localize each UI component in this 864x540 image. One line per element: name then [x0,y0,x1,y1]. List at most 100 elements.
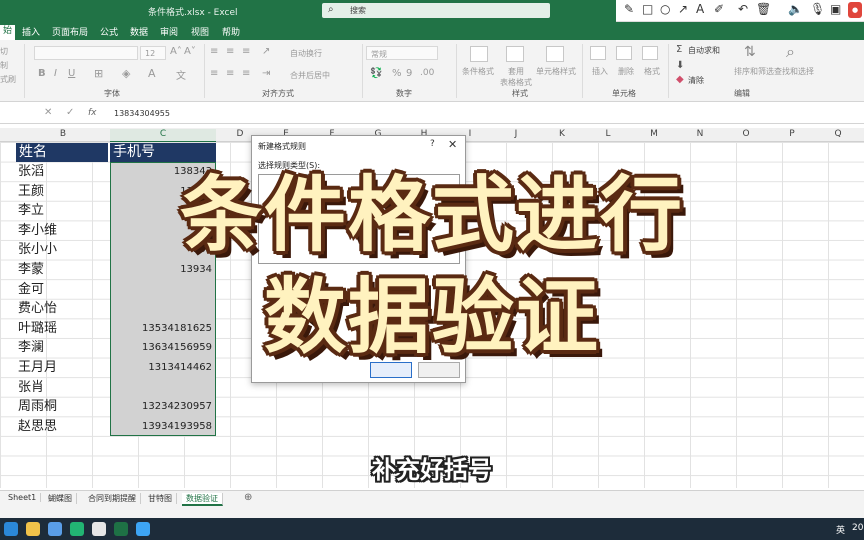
microphone-icon[interactable]: 🎙 [810,2,825,16]
eraser-icon[interactable]: ◆ [676,74,684,85]
app-icon[interactable] [92,522,106,536]
align-middle-icon[interactable]: ≡ [226,46,234,57]
help-icon[interactable]: ? [430,139,435,149]
find-select-button[interactable]: 查找和选择 [774,66,814,77]
close-icon[interactable]: ✕ [448,138,457,151]
app-icon[interactable] [48,522,62,536]
column-header-k[interactable]: K [552,129,572,139]
border-icon[interactable]: ⊞ [94,67,103,80]
column-header-b[interactable]: B [18,129,108,139]
column-header-p[interactable]: P [782,129,802,139]
pen-icon[interactable]: ✎ [624,2,634,16]
phonetic-icon[interactable]: 文 [176,67,186,82]
column-header-o[interactable]: O [736,129,756,139]
file-explorer-icon[interactable] [26,522,40,536]
tab-home[interactable]: 始 [0,25,16,40]
name-cell[interactable]: 赵思思 [18,417,57,437]
number-format-select[interactable]: 常规 [366,46,438,60]
copy-button[interactable]: 制 [0,60,8,71]
search-box[interactable]: ⌕ 搜索 [322,3,550,18]
indent-icon[interactable]: ⇥ [262,68,270,79]
windows-start-icon[interactable] [4,522,18,536]
align-left-icon[interactable]: ≡ [210,68,218,79]
tab-view[interactable]: 视图 [191,25,209,38]
sheet-tab-active[interactable]: 数据验证 [182,493,223,506]
cut-button[interactable]: 切 [0,46,8,57]
excel-taskbar-icon[interactable] [114,522,128,536]
cell-style-button[interactable]: 单元格样式 [536,66,576,77]
underline-icon[interactable]: U [68,68,75,79]
tab-page-layout[interactable]: 页面布局 [52,25,88,38]
delete-cells-button[interactable]: 删除 [618,66,634,77]
sheet-tab[interactable]: 甘特图 [144,493,177,504]
add-sheet-icon[interactable]: ⊕ [244,492,252,503]
align-right-icon[interactable]: ≡ [242,68,250,79]
format-painter-button[interactable]: 式刷 [0,74,16,85]
clear-button[interactable]: 清除 [688,75,704,86]
decimal-icon[interactable]: .00 [420,68,434,78]
wrap-text-button[interactable]: 自动换行 [290,48,322,59]
input-language[interactable]: 英 [836,523,845,536]
autosum-button[interactable]: 自动求和 [688,45,720,56]
fill-down-icon[interactable]: ⬇ [676,60,684,71]
formula-input[interactable]: 13834304955 [114,109,170,118]
cancel-icon[interactable]: ✕ [44,107,52,118]
trash-icon[interactable]: 🗑 [756,2,771,16]
table-format-button[interactable]: 套用 表格格式 [500,66,532,88]
italic-icon[interactable]: I [54,68,57,79]
fill-color-icon[interactable]: ◈ [122,67,130,80]
marker-icon[interactable]: ✐ [714,2,724,16]
currency-icon[interactable]: 💱 [370,68,382,79]
column-header-q[interactable]: Q [828,129,848,139]
speaker-icon[interactable]: 🔈 [788,2,803,16]
clock[interactable]: 20 [852,523,863,533]
tab-review[interactable]: 审阅 [160,25,178,38]
wechat-icon[interactable] [70,522,84,536]
phone-cell[interactable] [110,378,212,398]
name-header-cell[interactable]: 姓名 [16,143,108,162]
column-header-m[interactable]: M [644,129,664,139]
align-bottom-icon[interactable]: ≡ [242,46,250,57]
comma-icon[interactable]: 9 [406,68,412,79]
sort-filter-button[interactable]: 排序和筛选 [734,66,774,77]
sheet-tab[interactable]: 蝴蝶图 [44,493,77,504]
shrink-font-icon[interactable]: A˅ [184,46,196,57]
insert-cells-button[interactable]: 插入 [592,66,608,77]
format-cells-button[interactable]: 格式 [644,66,660,77]
font-color-icon[interactable]: A [148,67,156,80]
undo-icon[interactable]: ↶ [738,2,748,16]
bold-icon[interactable]: B [38,68,46,79]
phone-cell[interactable]: 13934193958 [110,417,212,437]
browser-icon[interactable] [136,522,150,536]
tab-data[interactable]: 数据 [130,25,148,38]
sheet-tab[interactable]: Sheet1 [4,493,42,502]
arrow-icon[interactable]: ↗ [678,2,688,16]
tab-insert[interactable]: 插入 [22,25,40,38]
function-icon[interactable]: fx [88,108,97,118]
name-cell[interactable]: 张肖 [18,378,44,398]
conditional-format-button[interactable]: 条件格式 [462,66,494,77]
camera-icon[interactable]: ▣ [830,2,841,16]
confirm-icon[interactable]: ✓ [66,107,74,118]
grow-font-icon[interactable]: A˄ [170,46,182,57]
font-name-select[interactable] [34,46,138,60]
autosum-icon[interactable]: Σ [676,44,682,55]
column-header-l[interactable]: L [598,129,618,139]
phone-cell[interactable]: 13234230957 [110,397,212,417]
align-center-icon[interactable]: ≡ [226,68,234,79]
font-size-select[interactable]: 12 [140,46,166,60]
column-header-j[interactable]: J [506,129,526,139]
sheet-tab[interactable]: 合同到期提醒 [84,493,141,504]
tab-help[interactable]: 帮助 [222,25,240,38]
record-icon[interactable]: ● [848,2,862,18]
percent-icon[interactable]: % [392,68,402,79]
align-top-icon[interactable]: ≡ [210,46,218,57]
column-header-d[interactable]: D [230,129,250,139]
text-icon[interactable]: A [696,2,704,16]
column-header-c[interactable]: C [110,129,216,143]
orientation-icon[interactable]: ↗ [262,46,270,57]
name-cell[interactable]: 周雨桐 [18,397,57,417]
tab-formulas[interactable]: 公式 [100,25,118,38]
column-header-n[interactable]: N [690,129,710,139]
merge-center-button[interactable]: 合并后居中 [290,70,330,81]
